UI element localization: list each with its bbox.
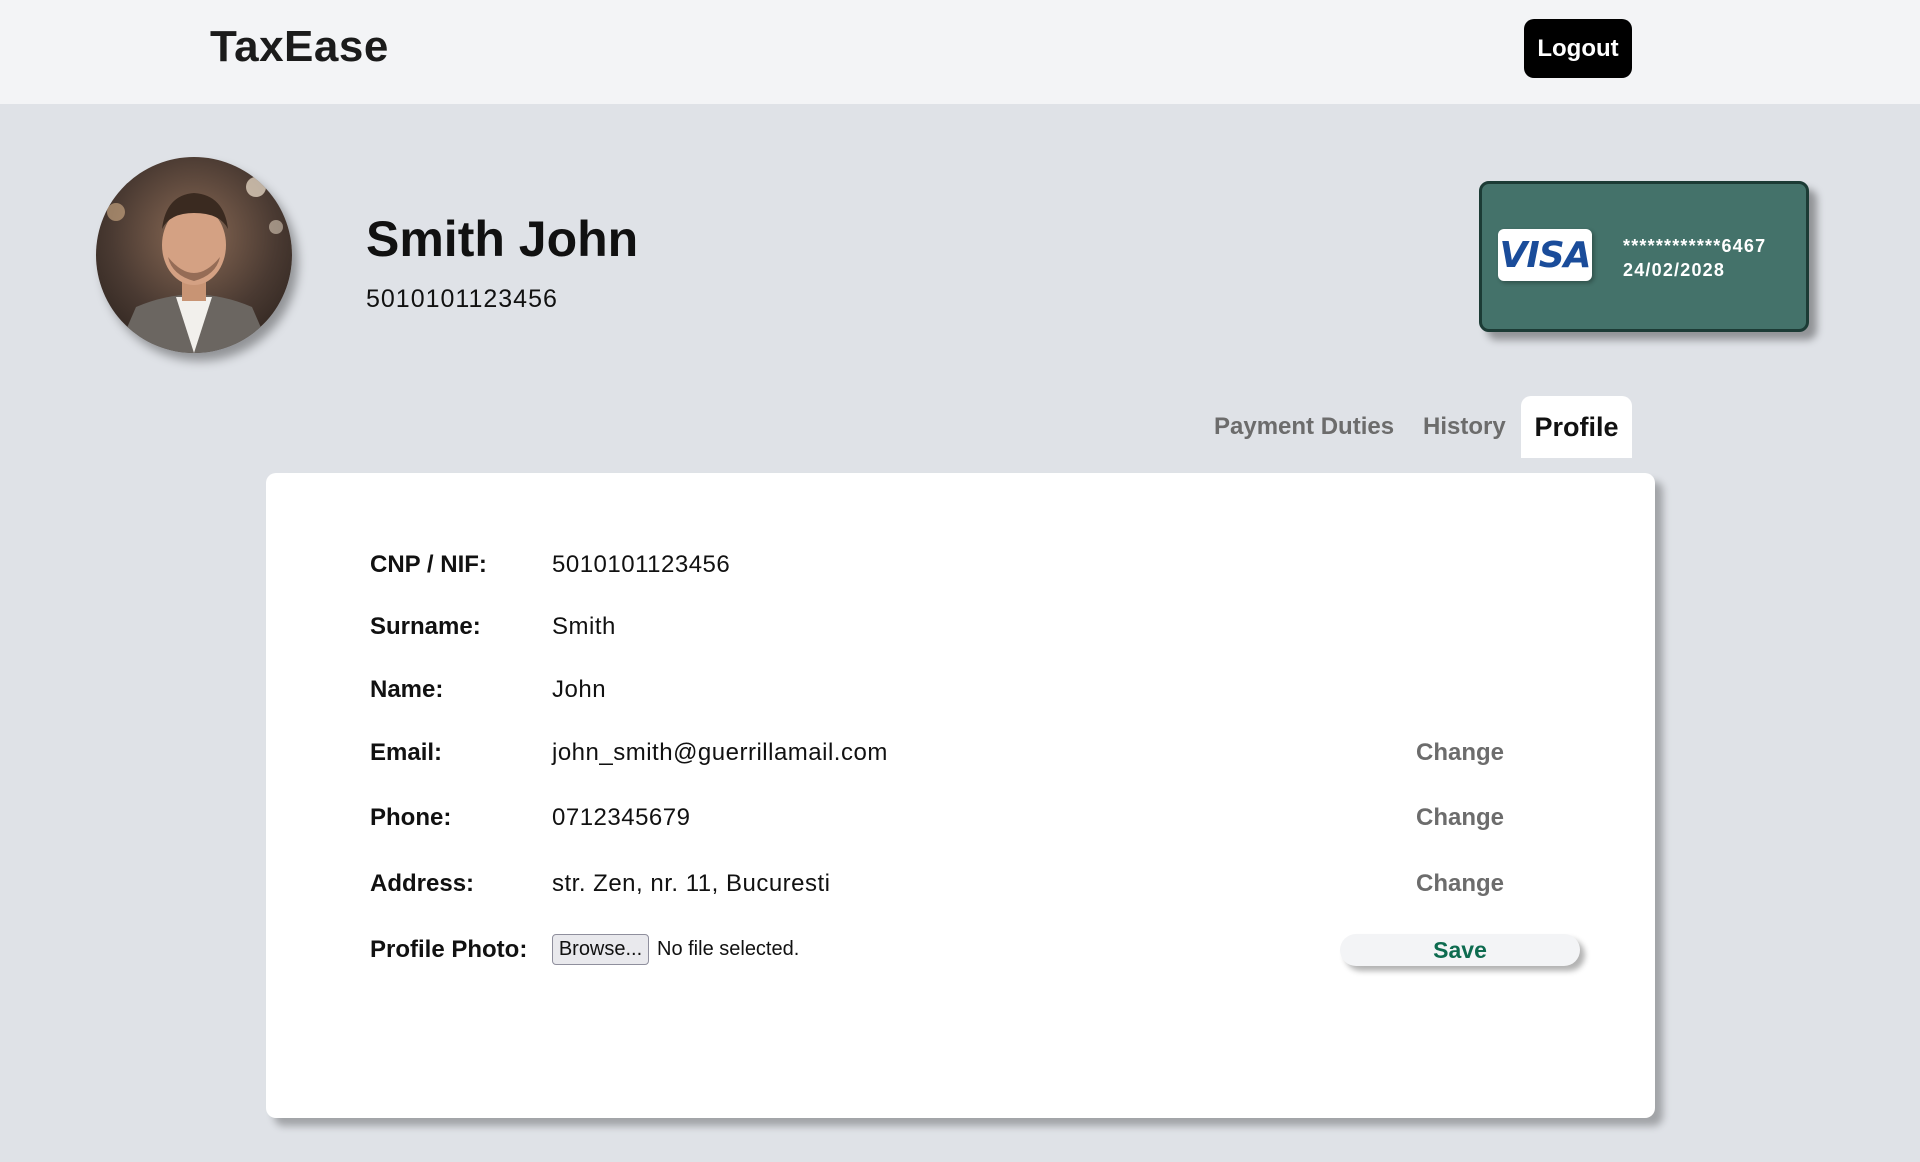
tab-payment-duties[interactable]: Payment Duties — [1214, 396, 1394, 458]
email-label: Email: — [370, 739, 443, 766]
user-id-number: 5010101123456 — [366, 285, 558, 313]
avatar — [96, 157, 292, 353]
profile-photo — [96, 157, 292, 353]
tab-profile[interactable]: Profile — [1521, 396, 1632, 458]
profile-panel: CNP / NIF: 5010101123456 Surname: Smith … — [266, 473, 1655, 1118]
surname-value: Smith — [552, 613, 616, 640]
card-expiry-date: 24/02/2028 — [1623, 260, 1726, 280]
name-label: Name: — [370, 676, 444, 703]
surname-label: Surname: — [370, 613, 481, 640]
address-label: Address: — [370, 870, 475, 897]
profile-photo-label: Profile Photo: — [370, 936, 528, 963]
brand-logo[interactable]: TaxEase — [210, 22, 389, 72]
tab-bar: Payment Duties History Profile — [0, 396, 1920, 458]
browse-file-button[interactable]: Browse... — [552, 934, 649, 965]
cnp-value: 5010101123456 — [552, 551, 731, 578]
card-masked-number: ************6467 — [1623, 236, 1767, 256]
email-value: john_smith@guerrillamail.com — [552, 739, 888, 766]
payment-card[interactable]: VISA ************6467 24/02/2028 — [1479, 181, 1809, 332]
phone-value: 0712345679 — [552, 804, 691, 831]
change-email-link[interactable]: Change — [1416, 739, 1504, 767]
save-button[interactable]: Save — [1340, 934, 1580, 966]
phone-label: Phone: — [370, 804, 452, 831]
tab-history[interactable]: History — [1423, 396, 1506, 458]
top-navbar: TaxEase Logout — [0, 0, 1920, 104]
visa-logo-icon: VISA — [1498, 229, 1592, 281]
change-phone-link[interactable]: Change — [1416, 804, 1504, 832]
logout-button[interactable]: Logout — [1524, 19, 1632, 78]
name-value: John — [552, 676, 607, 703]
address-value: str. Zen, nr. 11, Bucuresti — [552, 870, 831, 897]
change-address-link[interactable]: Change — [1416, 870, 1504, 898]
user-full-name: Smith John — [366, 211, 639, 267]
file-status-text: No file selected. — [657, 938, 800, 960]
cnp-label: CNP / NIF: — [370, 551, 487, 578]
